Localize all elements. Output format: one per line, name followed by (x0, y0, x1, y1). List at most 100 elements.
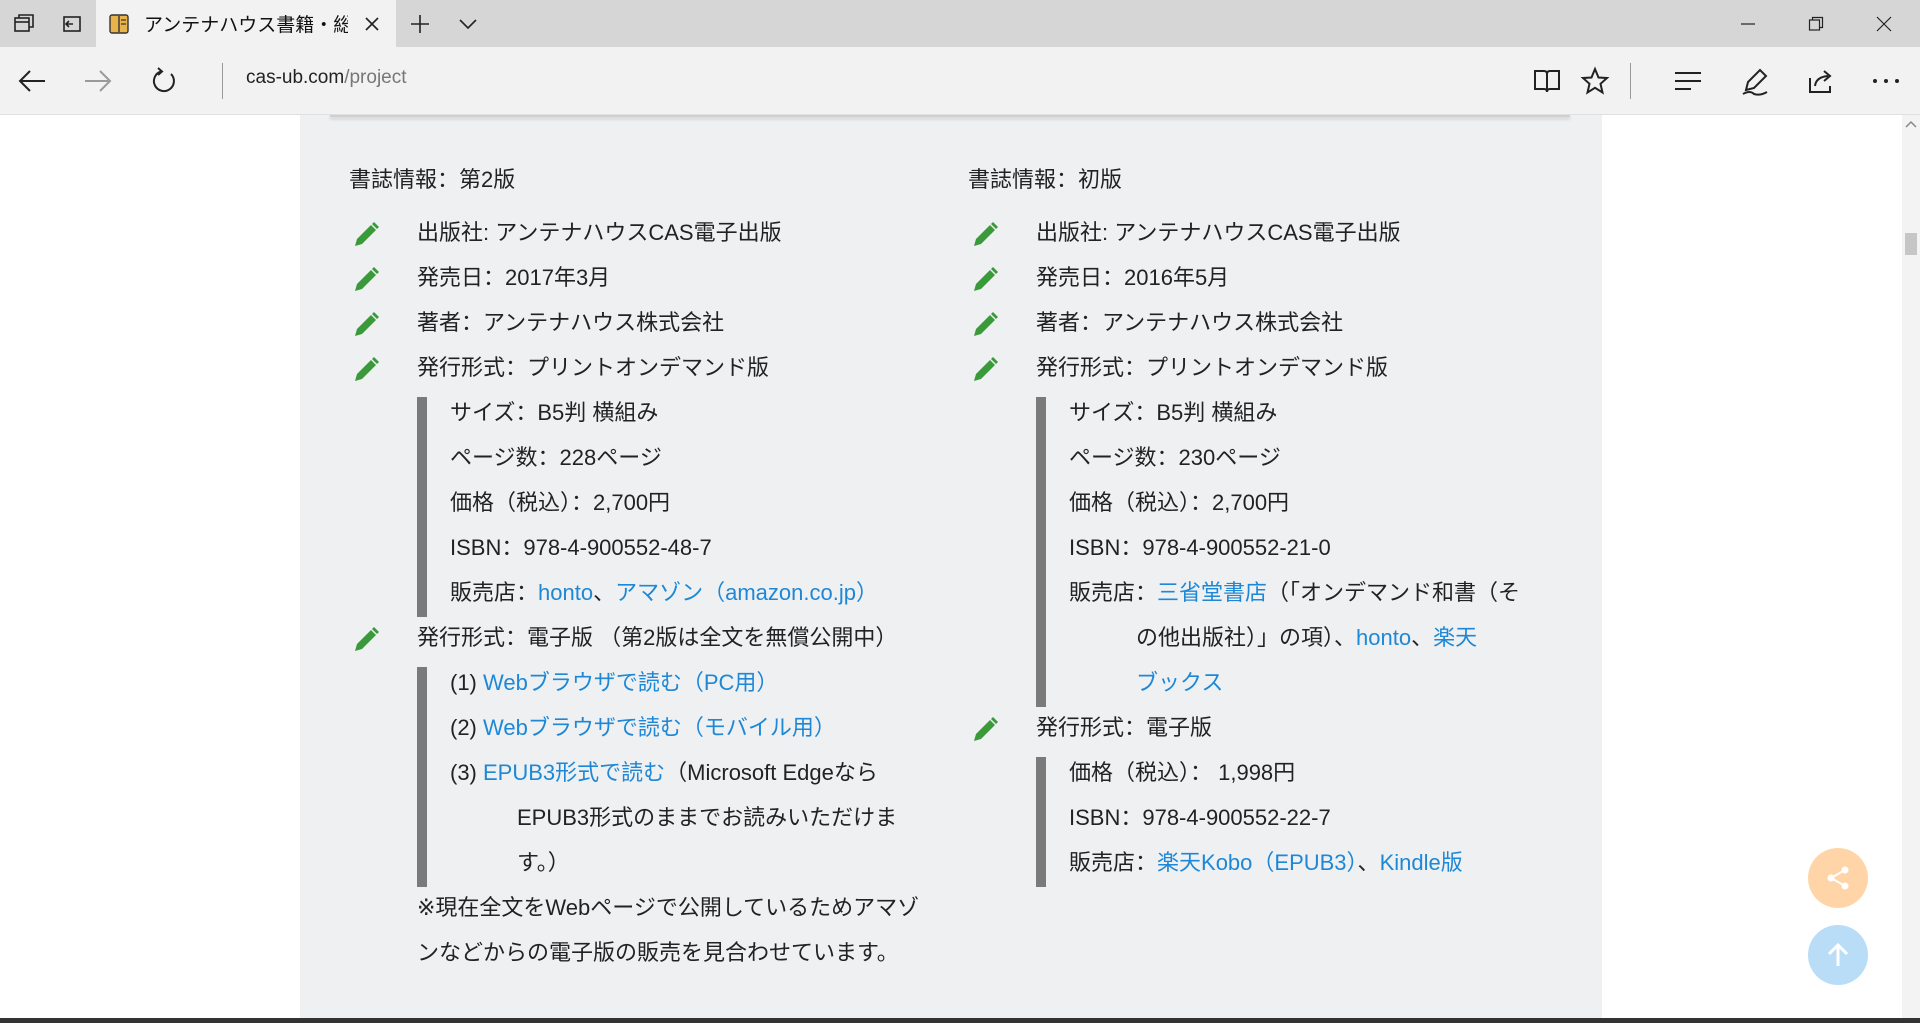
shop-link-kindle[interactable]: Kindle版 (1380, 850, 1463, 875)
forward-icon (85, 70, 112, 92)
tab-title: アンテナハウス書籍・総合E (144, 14, 348, 36)
window-close-icon (1876, 16, 1892, 31)
address-host: cas-ub.com (246, 67, 345, 88)
ebook-item-3: (3) EPUB3形式で読む（Microsoft Edgeなら (450, 758, 878, 788)
pencil-icon (355, 312, 379, 336)
pencil-icon (974, 717, 998, 741)
navigation-bar: cas-ub.com/project (0, 47, 1920, 115)
tab-aside-button[interactable] (48, 0, 96, 47)
print-isbn: ISBN：978-4-900552-21-0 (1069, 535, 1331, 560)
publisher: 出版社: アンテナハウスCAS電子出版 (1036, 220, 1401, 245)
read-epub3-link[interactable]: EPUB3形式で読む (483, 760, 665, 785)
print-pages: ページ数：228ページ (450, 445, 662, 470)
reading-view-icon (1534, 70, 1560, 93)
publisher: 出版社: アンテナハウスCAS電子出版 (417, 220, 782, 245)
release-date: 発売日：2016年5月 (1036, 265, 1230, 290)
format-ebook: 発行形式：電子版 （第2版は全文を無償公開中） (417, 625, 898, 650)
ebook-item-2: (2) Webブラウザで読む（モバイル用） (450, 713, 836, 743)
tab-manager-icon (14, 13, 34, 32)
tab-close-button[interactable] (360, 12, 384, 36)
shop-link-rakuten-kobo[interactable]: 楽天Kobo（EPUB3） (1157, 850, 1358, 875)
minimize-button[interactable] (1714, 0, 1782, 47)
print-details-bar (1036, 397, 1046, 707)
maximize-button[interactable] (1782, 0, 1850, 47)
section-title-2nd: 書誌情報：第2版 (349, 167, 516, 192)
ebook-item-1-prefix: (1) (450, 670, 483, 695)
pencil-icon (974, 222, 998, 246)
ebook-details-bar (417, 667, 427, 887)
shop-link-honto[interactable]: honto (1356, 625, 1411, 650)
print-shops-line2: の他出版社）」の項）、honto、楽天 (1136, 623, 1477, 653)
ebook-details-bar (1036, 757, 1046, 887)
shop-link-rakuten-books-part2[interactable]: ブックス (1136, 670, 1223, 695)
page-content: 書誌情報：第2版 出版社: アンテナハウスCAS電子出版 発売日：2017年3月… (0, 115, 1902, 1023)
active-tab[interactable]: アンテナハウス書籍・総合E (96, 0, 396, 47)
address-bar[interactable]: cas-ub.com/project (246, 67, 407, 89)
shop-link-sanseido[interactable]: 三省堂書店 (1157, 580, 1267, 605)
note-line-2: ンなどからの電子版の販売を見合わせています。 (417, 940, 899, 965)
pencil-icon (974, 357, 998, 381)
scroll-thumb[interactable] (1905, 233, 1917, 255)
shops-label: 販売店： (1069, 580, 1158, 605)
shop-separator: 、 (1357, 850, 1380, 875)
release-date: 発売日：2017年3月 (417, 265, 611, 290)
more-icon (1873, 79, 1899, 83)
toolbar-separator (1630, 63, 1631, 99)
ebook-item-3-line3: す。） (517, 850, 570, 875)
pencil-icon (974, 312, 998, 336)
share-fab-button[interactable] (1808, 848, 1868, 908)
print-pages: ページ数：230ページ (1069, 445, 1281, 470)
new-tab-button[interactable] (396, 0, 444, 47)
back-icon (18, 70, 45, 92)
refresh-icon (152, 67, 175, 93)
favorite-star-icon (1580, 66, 1610, 95)
format-ebook: 発行形式：電子版 (1036, 715, 1213, 740)
book-info-panel: 書誌情報：第2版 出版社: アンテナハウスCAS電子出版 発売日：2017年3月… (300, 115, 1602, 1023)
shop-link-amazon[interactable]: アマゾン（amazon.co.jp） (615, 580, 878, 605)
new-tab-icon (411, 14, 429, 33)
shop-separator: 、 (593, 580, 616, 605)
vertical-scrollbar[interactable] (1902, 115, 1920, 1023)
read-web-mobile-link[interactable]: Webブラウザで読む（モバイル用） (483, 715, 836, 740)
address-separator (222, 63, 223, 99)
shops-line2-text: の他出版社）」の項）、 (1136, 625, 1357, 650)
note-line-1: ※現在全文をWebページで公開しているためアマゾ (417, 895, 920, 920)
minimize-icon (1741, 22, 1755, 25)
back-to-top-button[interactable] (1808, 925, 1868, 985)
share-button[interactable] (1797, 57, 1845, 105)
web-note-button[interactable] (1731, 57, 1779, 105)
arrow-up-icon (1827, 942, 1849, 966)
web-note-icon (1742, 68, 1768, 96)
title-bar: アンテナハウス書籍・総合E (0, 0, 1920, 47)
pencil-icon (974, 267, 998, 291)
ebook-item-3-text: （Microsoft Edgeなら (665, 760, 878, 785)
window-close-button[interactable] (1850, 0, 1918, 47)
shop-link-rakuten-books-part1[interactable]: 楽天 (1433, 625, 1477, 650)
read-web-pc-link[interactable]: Webブラウザで読む（PC用） (483, 670, 778, 695)
favicon-book-icon (108, 13, 130, 35)
shops-label: 販売店： (450, 580, 539, 605)
scroll-up-arrow-icon[interactable] (1905, 119, 1917, 129)
hub-icon (1675, 72, 1701, 90)
shop-separator: 、 (1411, 625, 1434, 650)
ebook-item-2-prefix: (2) (450, 715, 483, 740)
maximize-icon (1808, 16, 1824, 31)
reading-view-button[interactable] (1523, 57, 1571, 105)
shop-link-honto[interactable]: honto (538, 580, 593, 605)
favorite-button[interactable] (1571, 57, 1619, 105)
ebook-item-1: (1) Webブラウザで読む（PC用） (450, 668, 778, 698)
back-button[interactable] (8, 57, 56, 105)
print-shops: 販売店：honto、アマゾン（amazon.co.jp） (450, 578, 878, 608)
hub-button[interactable] (1664, 57, 1712, 105)
tab-manager-button[interactable] (0, 0, 48, 47)
print-shops-line3: ブックス (1136, 668, 1223, 698)
pencil-icon (355, 627, 379, 651)
more-button[interactable] (1862, 57, 1910, 105)
ebook-price: 価格（税込）： 1,998円 (1069, 760, 1296, 785)
ebook-shops: 販売店：楽天Kobo（EPUB3）、Kindle版 (1069, 848, 1463, 878)
forward-button[interactable] (74, 57, 122, 105)
refresh-button[interactable] (140, 57, 188, 105)
format-print: 発行形式：プリントオンデマンド版 (1036, 355, 1389, 380)
pencil-icon (355, 222, 379, 246)
tab-list-button[interactable] (444, 0, 492, 47)
